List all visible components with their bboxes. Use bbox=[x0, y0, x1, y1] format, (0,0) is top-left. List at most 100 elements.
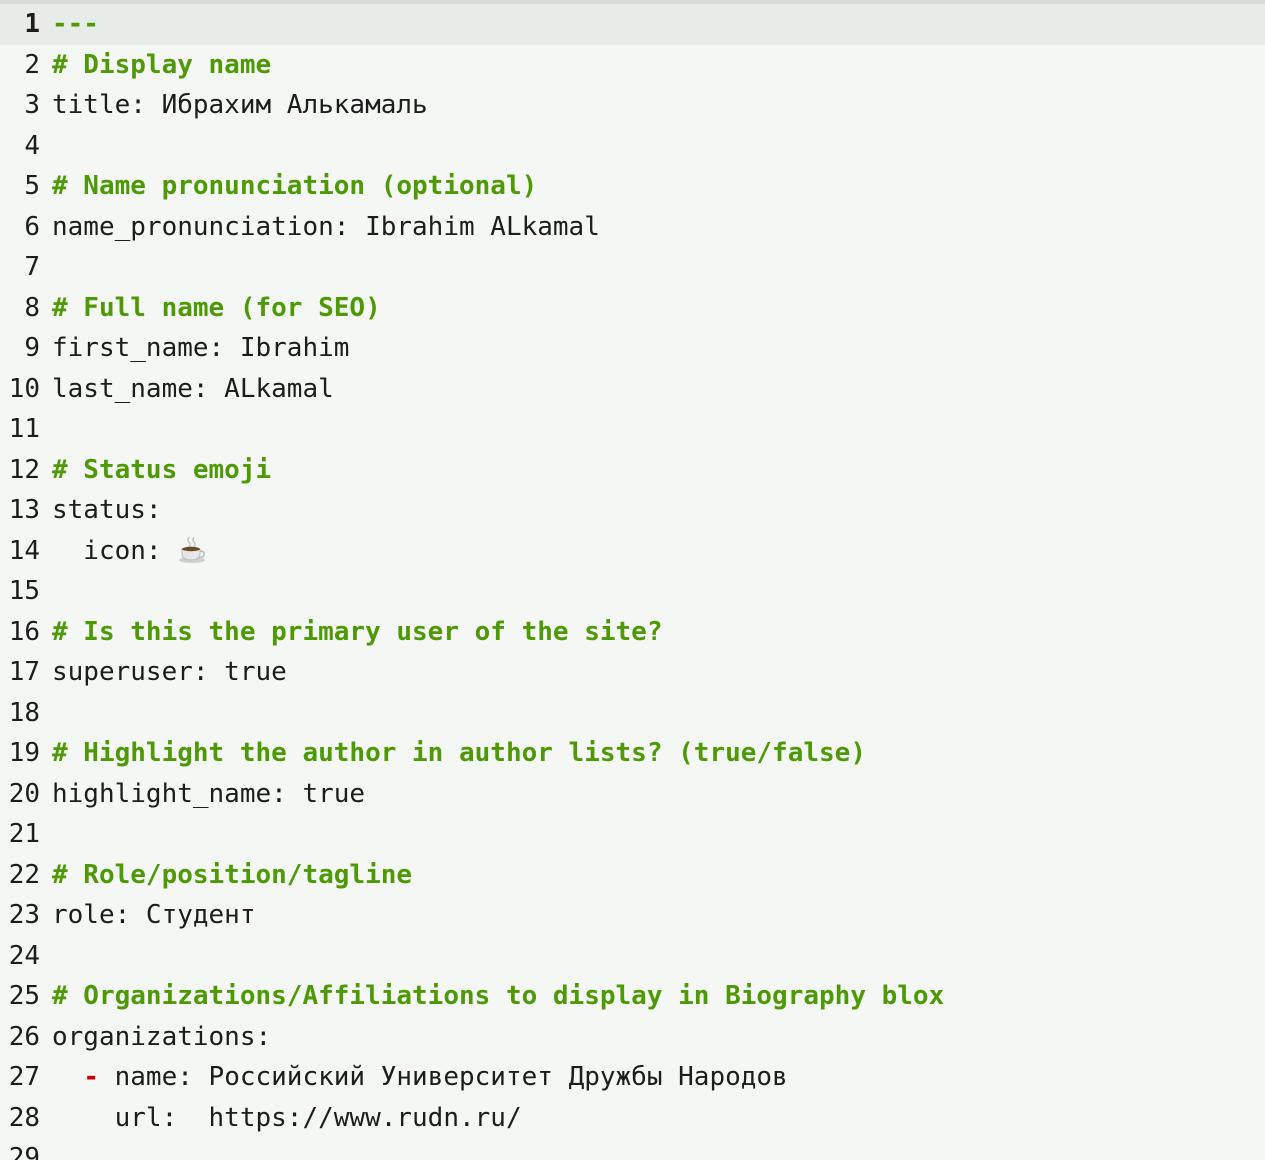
line-number: 9 bbox=[24, 333, 40, 363]
line-content[interactable]: # Highlight the author in author lists? … bbox=[42, 733, 1265, 774]
line-content[interactable]: name_pronunciation: Ibrahim ALkamal bbox=[42, 207, 1265, 248]
line-content[interactable]: - name: Российский Университет Дружбы На… bbox=[42, 1057, 1265, 1098]
line-content[interactable] bbox=[42, 126, 1265, 167]
line-content[interactable]: # Is this the primary user of the site? bbox=[42, 612, 1265, 653]
line-content[interactable] bbox=[42, 1138, 1265, 1160]
code-line[interactable]: 26 organizations: bbox=[0, 1017, 1265, 1058]
yaml-comment: # Display name bbox=[52, 49, 272, 80]
line-number: 23 bbox=[8, 900, 40, 930]
line-number: 29 bbox=[8, 1143, 40, 1160]
line-content[interactable]: status: bbox=[42, 490, 1265, 531]
line-number: 6 bbox=[24, 211, 40, 242]
code-line[interactable]: 8 # Full name (for SEO) bbox=[0, 288, 1265, 329]
line-content[interactable]: role: Студент bbox=[42, 895, 1265, 936]
line-number: 28 bbox=[8, 1102, 40, 1133]
line-content[interactable]: icon: bbox=[42, 531, 1265, 572]
code-line[interactable]: 19 # Highlight the author in author lists… bbox=[0, 733, 1265, 774]
code-line[interactable]: 12 # Status emoji bbox=[0, 450, 1265, 491]
code-line[interactable]: 16 # Is this the primary user of the site… bbox=[0, 612, 1265, 653]
line-number: 14 bbox=[8, 535, 40, 566]
line-number: 2 bbox=[24, 49, 40, 80]
code-line[interactable]: 15 bbox=[0, 571, 1265, 612]
code-line[interactable]: 2 # Display name bbox=[0, 45, 1265, 86]
line-number: 21 bbox=[8, 819, 40, 849]
line-content[interactable]: # Full name (for SEO) bbox=[42, 288, 1265, 329]
line-content[interactable]: # Organizations/Affiliations to display … bbox=[42, 976, 1265, 1017]
code-line[interactable]: 18 bbox=[0, 693, 1265, 734]
line-number: 17 bbox=[8, 657, 40, 687]
code-text: role: Студент bbox=[52, 900, 256, 930]
code-line[interactable]: 20 highlight_name: true bbox=[0, 774, 1265, 815]
line-content[interactable] bbox=[42, 247, 1265, 288]
line-number: 22 bbox=[8, 859, 40, 890]
code-text: title: Ибрахим Алькамаль bbox=[52, 90, 428, 120]
code-line[interactable]: 17 superuser: true bbox=[0, 652, 1265, 693]
line-content[interactable]: # Display name bbox=[42, 45, 1265, 86]
code-line[interactable]: 10 last_name: ALkamal bbox=[0, 369, 1265, 410]
line-number: 15 bbox=[8, 576, 40, 606]
code-line[interactable]: 25 # Organizations/Affiliations to displa… bbox=[0, 976, 1265, 1017]
yaml-comment: # Highlight the author in author lists? … bbox=[52, 738, 866, 768]
code-text: name: Российский Университет Дружбы Наро… bbox=[98, 1062, 788, 1092]
line-number: 13 bbox=[8, 495, 40, 525]
code-line[interactable]: 4 bbox=[0, 126, 1265, 167]
line-number: 10 bbox=[8, 373, 40, 404]
code-line[interactable]: 14 icon: bbox=[0, 531, 1265, 572]
code-line[interactable]: 9 first_name: Ibrahim bbox=[0, 328, 1265, 369]
code-line[interactable]: 3 title: Ибрахим Алькамаль bbox=[0, 85, 1265, 126]
line-content[interactable]: # Status emoji bbox=[42, 450, 1265, 491]
line-content[interactable]: # Name pronunciation (optional) bbox=[42, 166, 1265, 207]
code-line[interactable]: 22 # Role/position/tagline bbox=[0, 855, 1265, 896]
line-content[interactable] bbox=[42, 936, 1265, 977]
list-dash: - bbox=[83, 1062, 99, 1092]
line-number: 18 bbox=[8, 697, 40, 728]
code-line[interactable]: 29 bbox=[0, 1138, 1265, 1160]
yaml-comment: # Status emoji bbox=[52, 454, 272, 485]
code-line[interactable]: 6 name_pronunciation: Ibrahim ALkamal bbox=[0, 207, 1265, 248]
line-number: 25 bbox=[8, 981, 40, 1011]
code-line[interactable]: 23 role: Студент bbox=[0, 895, 1265, 936]
line-number: 3 bbox=[24, 90, 40, 120]
line-content[interactable] bbox=[42, 814, 1265, 855]
line-content[interactable]: highlight_name: true bbox=[42, 774, 1265, 815]
code-line[interactable]: 5 # Name pronunciation (optional) bbox=[0, 166, 1265, 207]
yaml-comment: # Organizations/Affiliations to display … bbox=[52, 981, 945, 1011]
line-number: 8 bbox=[24, 292, 40, 323]
text-editor[interactable]: 1 --- 2 # Display name 3 title: Ибрахим Алька… bbox=[0, 0, 1265, 1160]
code-line[interactable]: 24 bbox=[0, 936, 1265, 977]
line-number: 11 bbox=[8, 414, 40, 444]
line-number: 12 bbox=[8, 454, 40, 485]
yaml-comment: # Full name (for SEO) bbox=[52, 292, 381, 323]
code-text: name_pronunciation: Ibrahim ALkamal bbox=[52, 211, 600, 242]
code-text: --- bbox=[52, 9, 99, 39]
line-content[interactable]: organizations: bbox=[42, 1017, 1265, 1058]
code-text: icon: bbox=[52, 535, 178, 566]
code-text: url: https://www.rudn.ru/ bbox=[52, 1102, 522, 1133]
code-line[interactable]: 13 status: bbox=[0, 490, 1265, 531]
line-content[interactable]: first_name: Ibrahim bbox=[42, 328, 1265, 369]
line-content[interactable]: # Role/position/tagline bbox=[42, 855, 1265, 896]
line-content[interactable] bbox=[42, 571, 1265, 612]
hot-beverage-icon bbox=[177, 534, 207, 564]
line-number: 20 bbox=[8, 778, 40, 809]
line-content[interactable]: url: https://www.rudn.ru/ bbox=[42, 1098, 1265, 1139]
line-content[interactable]: --- bbox=[42, 4, 1265, 45]
code-text: highlight_name: true bbox=[52, 778, 366, 809]
line-content[interactable] bbox=[42, 693, 1265, 734]
code-line[interactable]: 21 bbox=[0, 814, 1265, 855]
line-content[interactable]: title: Ибрахим Алькамаль bbox=[42, 85, 1265, 126]
code-line[interactable]: 7 bbox=[0, 247, 1265, 288]
line-number: 19 bbox=[8, 738, 40, 768]
code-line[interactable]: 27 - name: Российский Университет Дружбы… bbox=[0, 1057, 1265, 1098]
line-number: 24 bbox=[8, 940, 40, 971]
code-text: organizations: bbox=[52, 1021, 272, 1052]
code-line[interactable]: 28 url: https://www.rudn.ru/ bbox=[0, 1098, 1265, 1139]
line-content[interactable]: superuser: true bbox=[42, 652, 1265, 693]
code-text: first_name: Ibrahim bbox=[52, 333, 350, 363]
line-content[interactable] bbox=[42, 409, 1265, 450]
code-line[interactable]: 1 --- bbox=[0, 4, 1265, 45]
code-text: status: bbox=[52, 495, 162, 525]
code-line[interactable]: 11 bbox=[0, 409, 1265, 450]
line-content[interactable]: last_name: ALkamal bbox=[42, 369, 1265, 410]
